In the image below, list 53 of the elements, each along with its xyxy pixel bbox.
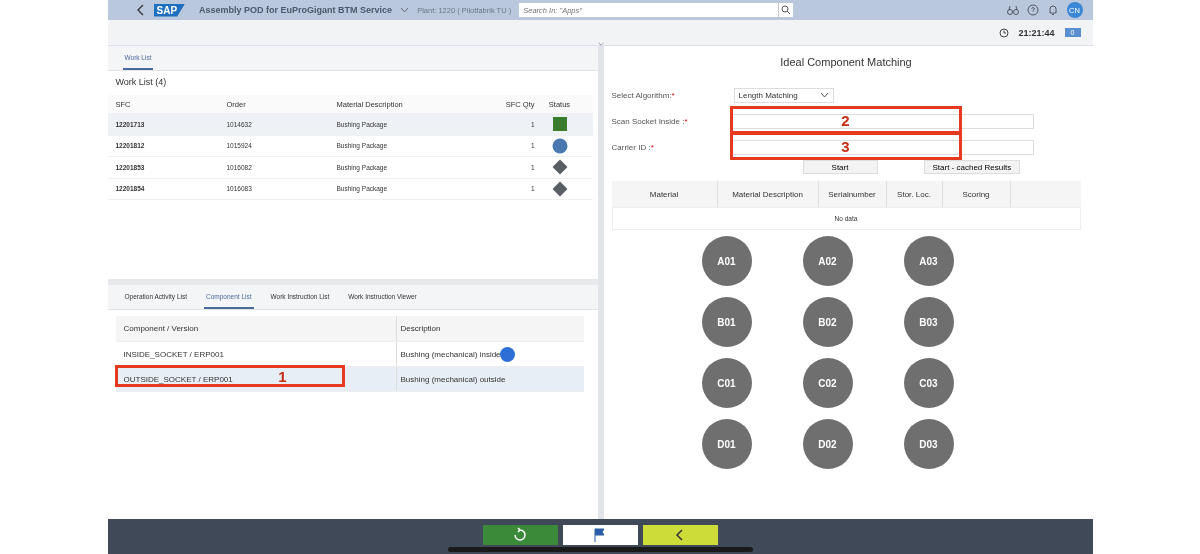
slot-circle[interactable]: B03 bbox=[903, 297, 954, 347]
start-button[interactable]: Start bbox=[802, 160, 878, 174]
column-header: Scoring bbox=[942, 181, 1011, 207]
input-field[interactable] bbox=[731, 114, 1034, 129]
flag-button[interactable] bbox=[562, 525, 638, 545]
clock-time: 21:21:44 bbox=[1018, 27, 1055, 38]
slot-circle[interactable]: A02 bbox=[802, 236, 853, 286]
table-cell: Bushing (mechanical) inside bbox=[400, 349, 501, 359]
table-row[interactable]: OUTSIDE_SOCKET / ERP001 1 Bushing (mechanical) outside bbox=[115, 367, 584, 392]
binoculars-icon[interactable] bbox=[1006, 4, 1019, 16]
annotation-number: 1 bbox=[278, 367, 287, 385]
table-cell: INSIDE_SOCKET / ERP001 bbox=[115, 342, 397, 366]
slot-circle[interactable]: B02 bbox=[802, 297, 853, 347]
column-header: Material Description bbox=[717, 181, 819, 207]
slot-circle[interactable]: A03 bbox=[903, 236, 954, 286]
clock-icon bbox=[998, 27, 1009, 38]
column-header: Component / Version bbox=[115, 316, 397, 341]
refresh-icon bbox=[512, 527, 528, 543]
field-label: Carrier ID :* bbox=[611, 142, 655, 152]
slot-circle[interactable]: D03 bbox=[903, 419, 954, 469]
slot-circle[interactable]: C01 bbox=[701, 358, 752, 408]
start-button[interactable]: Start - cached Results bbox=[923, 160, 1021, 174]
search-icon bbox=[781, 5, 792, 15]
field-label: Scan Socket Inside :* bbox=[611, 116, 689, 126]
slot-circle[interactable]: C02 bbox=[802, 358, 853, 408]
refresh-button[interactable] bbox=[482, 525, 558, 545]
slot-circle[interactable]: D01 bbox=[701, 419, 752, 469]
search-button[interactable] bbox=[778, 3, 794, 17]
column-header: Serialnumber bbox=[818, 181, 887, 207]
field-label: Select Algorithm:* bbox=[611, 90, 676, 100]
column-header: Description bbox=[399, 324, 441, 333]
chevron-down-icon[interactable] bbox=[400, 7, 410, 13]
annotation-number: 2 bbox=[841, 111, 850, 129]
bell-icon[interactable] bbox=[1046, 4, 1059, 16]
input-field[interactable] bbox=[731, 140, 1034, 155]
back-button[interactable] bbox=[135, 4, 146, 16]
app-title[interactable]: Assembly POD for EuProGigant BTM Service bbox=[199, 5, 393, 15]
logo[interactable]: SAP bbox=[153, 3, 186, 17]
panel-title: Ideal Component Matching bbox=[779, 55, 913, 70]
slot-circle[interactable]: A01 bbox=[701, 236, 752, 286]
help-icon[interactable] bbox=[1026, 4, 1039, 16]
slot-circle[interactable]: B01 bbox=[701, 297, 752, 347]
back-icon bbox=[135, 4, 146, 16]
annotation-number: 3 bbox=[841, 137, 850, 155]
column-header: Material bbox=[611, 181, 718, 207]
slot-circle[interactable]: D02 bbox=[802, 419, 853, 469]
flag-icon bbox=[592, 527, 608, 543]
chevron-down-icon bbox=[819, 92, 829, 98]
list-title: Work List (4) bbox=[114, 76, 168, 89]
algorithm-select[interactable]: Length Matching bbox=[733, 87, 834, 103]
slot-circle[interactable]: C03 bbox=[903, 358, 954, 408]
table-cell: Bushing (mechanical) outside bbox=[400, 374, 506, 384]
column-header: Stor. Loc. bbox=[886, 181, 943, 207]
